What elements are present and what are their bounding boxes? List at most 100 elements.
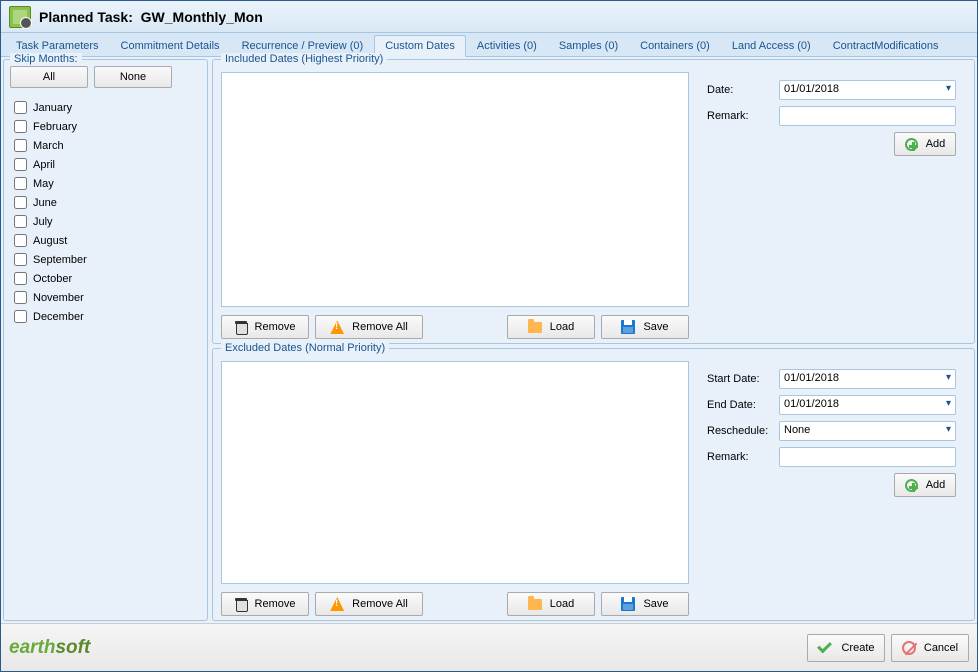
- included-dates-panel: Included Dates (Highest Priority) Date: …: [212, 59, 975, 344]
- excluded-remark-input[interactable]: [779, 447, 956, 467]
- month-august[interactable]: August: [14, 231, 197, 250]
- skip-months-legend: Skip Months:: [10, 53, 82, 65]
- month-september[interactable]: September: [14, 250, 197, 269]
- cancel-icon: [902, 641, 916, 655]
- tab-samples[interactable]: Samples (0): [548, 35, 629, 56]
- excluded-add-button[interactable]: Add: [894, 473, 956, 497]
- page-title: Planned Task: GW_Monthly_Mon: [39, 9, 263, 25]
- main-area: Included Dates (Highest Priority) Date: …: [210, 57, 977, 623]
- month-may[interactable]: May: [14, 174, 197, 193]
- save-icon: [621, 597, 635, 611]
- none-button[interactable]: None: [94, 66, 172, 88]
- month-checkbox[interactable]: [14, 158, 27, 171]
- check-icon: [817, 640, 833, 656]
- included-legend: Included Dates (Highest Priority): [221, 53, 387, 65]
- month-checkbox[interactable]: [14, 196, 27, 209]
- save-icon: [621, 320, 635, 334]
- month-checkbox[interactable]: [14, 272, 27, 285]
- folder-icon: [528, 599, 542, 610]
- footer-bar: earthsoft Create Cancel: [1, 623, 977, 671]
- excluded-dates-panel: Excluded Dates (Normal Priority) Start D…: [212, 348, 975, 621]
- month-april[interactable]: April: [14, 155, 197, 174]
- included-form: Date: 01/01/2018 Remark: Add: [689, 68, 966, 335]
- month-january[interactable]: January: [14, 98, 197, 117]
- excluded-remark-label: Remark:: [707, 451, 779, 463]
- reschedule-label: Reschedule:: [707, 425, 779, 437]
- month-label: November: [33, 292, 84, 304]
- month-checkbox[interactable]: [14, 310, 27, 323]
- month-checkbox[interactable]: [14, 253, 27, 266]
- included-remove-all-button[interactable]: Remove All: [315, 315, 423, 339]
- warning-icon: [330, 597, 344, 611]
- month-label: May: [33, 178, 54, 190]
- dialog-window: Planned Task: GW_Monthly_Mon Task Parame…: [0, 0, 978, 672]
- trash-icon: [235, 321, 247, 334]
- month-checkbox[interactable]: [14, 215, 27, 228]
- month-october[interactable]: October: [14, 269, 197, 288]
- date-label: Date:: [707, 84, 779, 96]
- excluded-load-button[interactable]: Load: [507, 592, 595, 616]
- end-date-label: End Date:: [707, 399, 779, 411]
- plus-icon: [905, 138, 918, 151]
- month-label: August: [33, 235, 67, 247]
- tab-land-access[interactable]: Land Access (0): [721, 35, 822, 56]
- month-label: February: [33, 121, 77, 133]
- end-date-input[interactable]: 01/01/2018: [779, 395, 956, 415]
- month-label: March: [33, 140, 64, 152]
- month-november[interactable]: November: [14, 288, 197, 307]
- month-february[interactable]: February: [14, 117, 197, 136]
- month-march[interactable]: March: [14, 136, 197, 155]
- month-label: January: [33, 102, 72, 114]
- included-add-button[interactable]: Add: [894, 132, 956, 156]
- month-december[interactable]: December: [14, 307, 197, 326]
- included-save-button[interactable]: Save: [601, 315, 689, 339]
- start-date-input[interactable]: 01/01/2018: [779, 369, 956, 389]
- month-checkbox[interactable]: [14, 101, 27, 114]
- month-checkbox[interactable]: [14, 120, 27, 133]
- tab-activities[interactable]: Activities (0): [466, 35, 548, 56]
- included-listbox[interactable]: [221, 72, 689, 307]
- month-checkbox[interactable]: [14, 291, 27, 304]
- tab-bar: Task Parameters Commitment Details Recur…: [1, 33, 977, 57]
- included-load-button[interactable]: Load: [507, 315, 595, 339]
- cancel-button[interactable]: Cancel: [891, 634, 969, 662]
- excluded-remove-button[interactable]: Remove: [221, 592, 309, 616]
- month-june[interactable]: June: [14, 193, 197, 212]
- tab-contract-modifications[interactable]: ContractModifications: [822, 35, 950, 56]
- plus-icon: [905, 479, 918, 492]
- logo: earthsoft: [9, 637, 90, 659]
- excluded-save-button[interactable]: Save: [601, 592, 689, 616]
- tab-commitment-details[interactable]: Commitment Details: [110, 35, 231, 56]
- excluded-remove-all-button[interactable]: Remove All: [315, 592, 423, 616]
- folder-icon: [528, 322, 542, 333]
- excluded-listbox[interactable]: [221, 361, 689, 584]
- included-remove-button[interactable]: Remove: [221, 315, 309, 339]
- month-checkbox[interactable]: [14, 177, 27, 190]
- date-input[interactable]: 01/01/2018: [779, 80, 956, 100]
- create-button[interactable]: Create: [807, 634, 885, 662]
- tab-custom-dates[interactable]: Custom Dates: [374, 35, 466, 57]
- reschedule-input[interactable]: None: [779, 421, 956, 441]
- month-label: October: [33, 273, 72, 285]
- excluded-form: Start Date: 01/01/2018 End Date: 01/01/2…: [689, 357, 966, 612]
- excluded-legend: Excluded Dates (Normal Priority): [221, 342, 389, 354]
- calendar-icon: [9, 6, 31, 28]
- remark-input[interactable]: [779, 106, 956, 126]
- month-label: September: [33, 254, 87, 266]
- trash-icon: [235, 598, 247, 611]
- month-label: April: [33, 159, 55, 171]
- month-list: January February March April May June July Augu…: [4, 94, 207, 330]
- month-july[interactable]: July: [14, 212, 197, 231]
- month-label: June: [33, 197, 57, 209]
- start-date-label: Start Date:: [707, 373, 779, 385]
- month-label: July: [33, 216, 53, 228]
- content-area: Skip Months: All None JanuaryFebruaryMar…: [1, 57, 977, 623]
- month-checkbox[interactable]: [14, 234, 27, 247]
- all-button[interactable]: All: [10, 66, 88, 88]
- month-label: December: [33, 311, 84, 323]
- month-checkbox[interactable]: [14, 139, 27, 152]
- remark-label: Remark:: [707, 110, 779, 122]
- tab-containers[interactable]: Containers (0): [629, 35, 721, 56]
- skip-months-panel: Skip Months: All None JanuaryFebruaryMar…: [3, 59, 208, 621]
- title-bar: Planned Task: GW_Monthly_Mon: [1, 1, 977, 33]
